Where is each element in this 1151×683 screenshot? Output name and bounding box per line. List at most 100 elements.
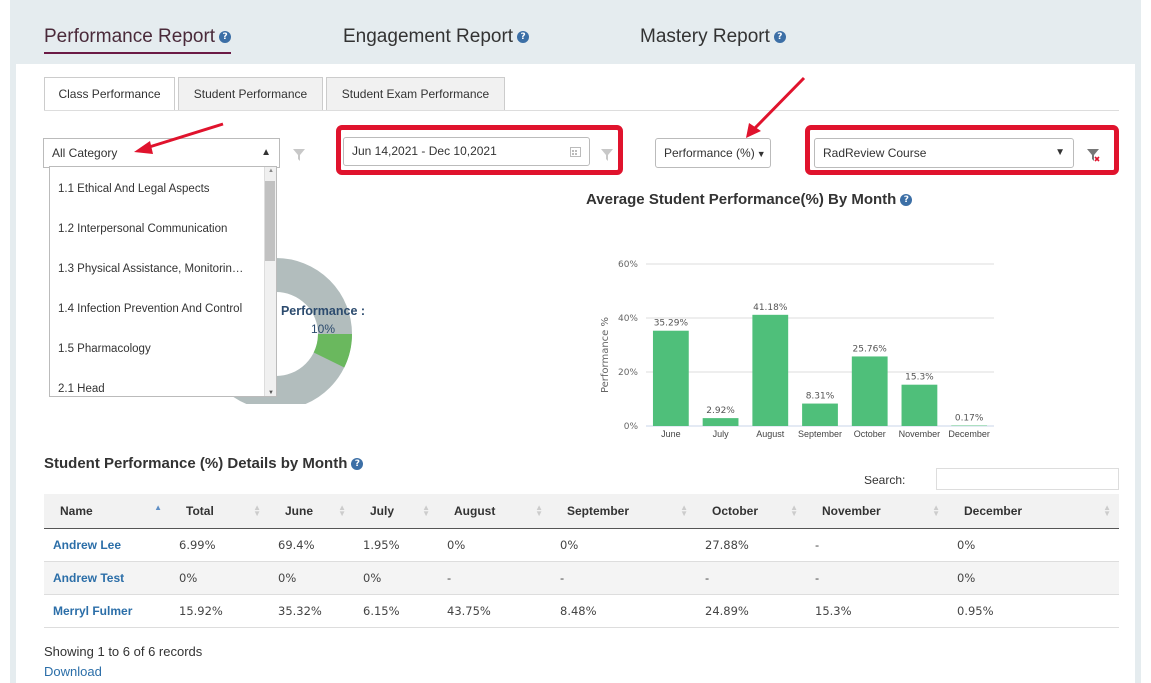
subtab-student-exam-performance[interactable]: Student Exam Performance <box>326 77 505 111</box>
bar-value-label: 25.76% <box>853 344 888 354</box>
table-row: Merryl Fulmer 15.92% 35.32% 6.15% 43.75%… <box>44 594 1119 628</box>
col-header-june[interactable]: June ▲ ▼ <box>269 494 354 529</box>
help-icon[interactable]: ? <box>219 30 232 43</box>
bar-value-label: 8.31% <box>806 392 835 402</box>
chart-title: Average Student Performance(%) By Month? <box>586 191 913 208</box>
scroll-up-icon[interactable]: ▲ <box>268 168 274 174</box>
tab-engagement-report[interactable]: Engagement Report? <box>343 26 530 48</box>
sort-icon[interactable]: ▲ ▼ <box>1103 504 1111 518</box>
student-name-link[interactable]: Merryl Fulmer <box>44 594 170 628</box>
x-tick-label: September <box>798 429 842 439</box>
help-icon[interactable]: ? <box>517 30 530 43</box>
category-select-value: All Category <box>52 146 118 160</box>
table-cell: 1.95% <box>354 528 438 562</box>
scrollbar-thumb[interactable] <box>265 181 275 261</box>
table-cell: - <box>806 528 948 562</box>
header-label: July <box>370 503 395 518</box>
performance-bar-chart: 0% 20% 40% 60% Performance % 35.29% June 2.92% J… <box>600 260 994 439</box>
category-option[interactable]: 1.3 Physical Assistance, Monitorin… <box>58 263 243 275</box>
col-header-november[interactable]: November ▲ ▼ <box>806 494 948 529</box>
col-header-september[interactable]: September ▲ ▼ <box>551 494 696 529</box>
bar <box>901 384 938 426</box>
bar <box>652 330 689 426</box>
bar <box>752 314 789 426</box>
sort-icon[interactable]: ▲ ▼ <box>932 504 940 518</box>
x-tick-label: July <box>713 429 730 439</box>
col-header-name[interactable]: Name ▲ <box>44 494 170 529</box>
header-label: Name <box>60 503 93 518</box>
dropdown-scrollbar[interactable]: ▲ ▼ <box>264 167 276 396</box>
highlight-box-course <box>805 125 1119 175</box>
table-row: Andrew Test 0% 0% 0% - - - - 0% <box>44 561 1119 595</box>
subtab-class-performance[interactable]: Class Performance <box>44 77 175 111</box>
col-header-october[interactable]: October ▲ ▼ <box>696 494 806 529</box>
tab-divider <box>44 110 1119 111</box>
help-icon[interactable]: ? <box>773 30 786 43</box>
download-link[interactable]: Download <box>44 664 102 679</box>
table-cell: 24.89% <box>696 594 806 628</box>
table-row: Andrew Lee 6.99% 69.4% 1.95% 0% 0% 27.88… <box>44 528 1119 562</box>
metric-select-value: Performance (%) <box>664 146 755 160</box>
tab-label: Performance Report <box>44 26 216 47</box>
tab-label: Mastery Report <box>640 26 770 47</box>
filter-icon[interactable] <box>292 148 306 162</box>
caret-down-icon: ▼ <box>756 149 766 159</box>
table-cell: 0% <box>354 561 438 595</box>
sort-asc-icon[interactable]: ▲ <box>154 504 162 512</box>
sort-icon[interactable]: ▲ ▼ <box>422 504 430 518</box>
table-cell: 43.75% <box>438 594 551 628</box>
table-cell: - <box>806 561 948 595</box>
category-option[interactable]: 1.2 Interpersonal Communication <box>58 223 227 235</box>
sort-icon[interactable]: ▲ ▼ <box>253 504 261 518</box>
table-cell: 0.95% <box>948 594 1119 628</box>
student-name-link[interactable]: Andrew Lee <box>44 528 170 562</box>
metric-select[interactable]: Performance (%) ▼ <box>655 138 771 168</box>
search-input[interactable] <box>936 468 1119 490</box>
y-axis-label: Performance % <box>600 317 611 393</box>
highlight-box-date <box>336 125 623 175</box>
table-cell: 0% <box>948 561 1119 595</box>
table-cell: 6.15% <box>354 594 438 628</box>
header-label: June <box>285 503 314 518</box>
donut-value: 10% <box>310 322 336 336</box>
table-cell: - <box>696 561 806 595</box>
bar <box>802 403 838 426</box>
category-option[interactable]: 1.4 Infection Prevention And Control <box>58 303 242 315</box>
header-label: Total <box>186 503 214 518</box>
col-header-total[interactable]: Total ▲ ▼ <box>170 494 269 529</box>
col-header-august[interactable]: August ▲ ▼ <box>438 494 551 529</box>
table-cell: - <box>438 561 551 595</box>
student-name-link[interactable]: Andrew Test <box>44 561 170 595</box>
subtab-student-performance[interactable]: Student Performance <box>178 77 323 111</box>
table-cell: 6.99% <box>170 528 269 562</box>
tab-label: Engagement Report <box>343 26 514 47</box>
table-cell: 0% <box>551 528 696 562</box>
col-header-july[interactable]: July ▲ ▼ <box>354 494 438 529</box>
category-option[interactable]: 1.1 Ethical And Legal Aspects <box>58 183 210 195</box>
category-select[interactable]: All Category ▲ <box>43 138 280 168</box>
bar <box>702 418 739 426</box>
sort-icon[interactable]: ▲ ▼ <box>680 504 688 518</box>
col-header-december[interactable]: December ▲ ▼ <box>948 494 1119 529</box>
header-label: September <box>567 503 630 518</box>
help-icon[interactable]: ? <box>900 194 913 207</box>
help-icon[interactable]: ? <box>351 458 364 471</box>
y-tick-label: 20% <box>618 368 638 378</box>
category-option[interactable]: 1.5 Pharmacology <box>58 343 151 355</box>
x-tick-label: August <box>756 429 785 439</box>
bar <box>851 356 888 426</box>
y-tick-label: 0% <box>624 422 639 432</box>
sort-icon[interactable]: ▲ ▼ <box>338 504 346 518</box>
x-tick-label: December <box>948 429 990 439</box>
table-cell: 0% <box>438 528 551 562</box>
table-cell: 69.4% <box>269 528 354 562</box>
sort-icon[interactable]: ▲ ▼ <box>790 504 798 518</box>
report-container: Performance Report? Engagement Report? M… <box>10 0 1141 683</box>
bar-value-label: 15.3% <box>905 373 934 383</box>
scroll-down-icon[interactable]: ▼ <box>268 390 274 396</box>
x-tick-label: June <box>661 429 681 439</box>
sort-icon[interactable]: ▲ ▼ <box>535 504 543 518</box>
category-option[interactable]: 2.1 Head <box>58 383 105 395</box>
tab-mastery-report[interactable]: Mastery Report? <box>640 26 786 48</box>
tab-performance-report[interactable]: Performance Report? <box>44 26 232 54</box>
